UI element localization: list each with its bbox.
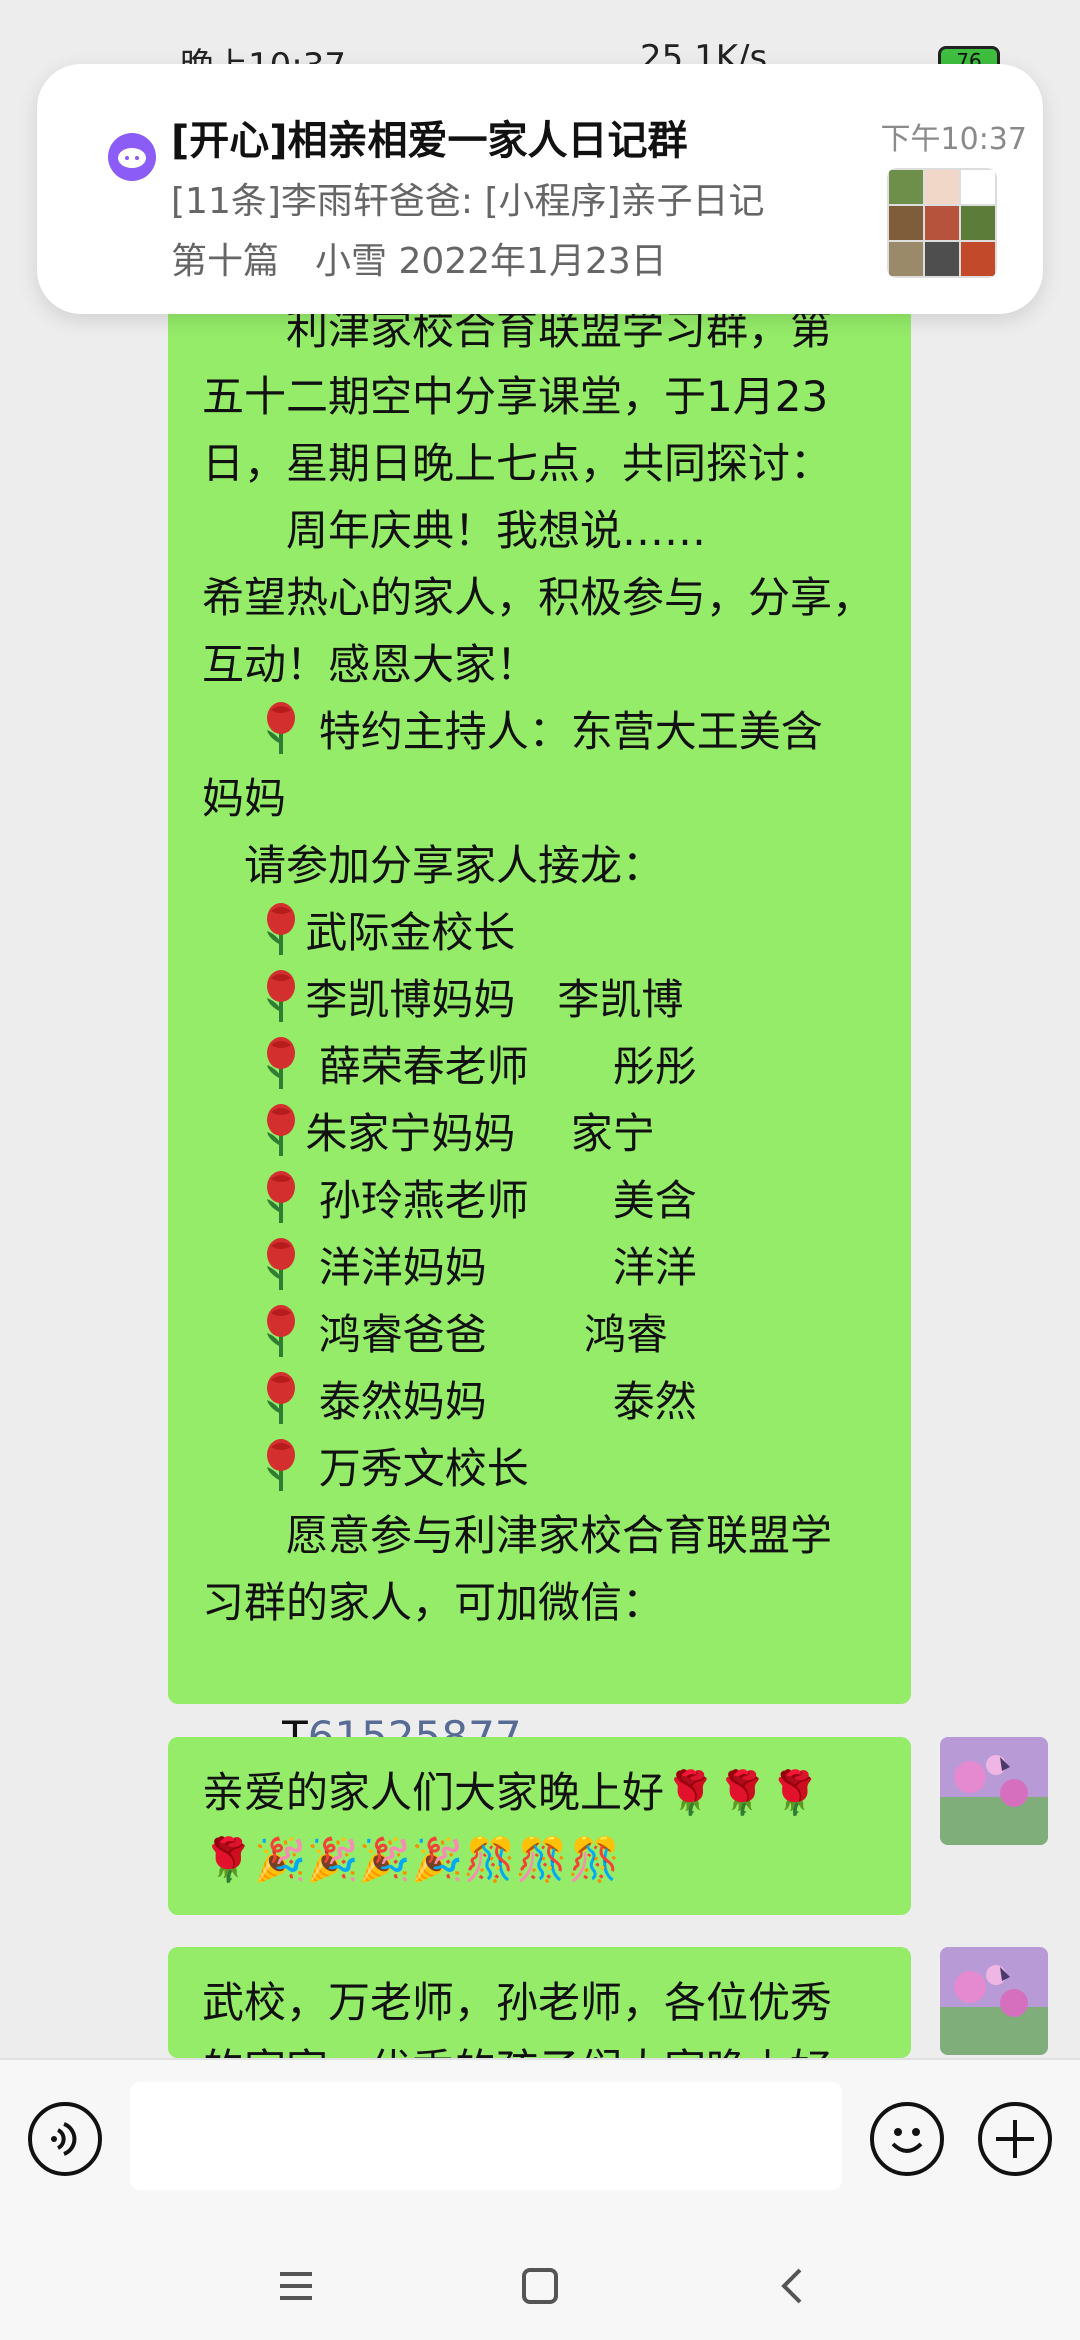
rose-icon: [267, 1171, 296, 1223]
participant-item: 洋洋妈妈 洋洋: [202, 1234, 877, 1301]
participant-name: 李凯博妈妈 李凯博: [305, 975, 684, 1024]
notification-time: 下午10:37: [880, 122, 1027, 157]
rose-icon: [267, 903, 296, 955]
participant-item: 鸿睿爸爸 鸿睿: [202, 1301, 877, 1368]
message-line: 日，星期日晚上七点，共同探讨：: [202, 439, 833, 488]
message-line: T61525877: [202, 1636, 877, 1761]
voice-input-button[interactable]: [28, 2102, 102, 2176]
participant-name: 洋洋妈妈 洋洋: [305, 1243, 697, 1292]
participant-name: 朱家宁妈妈 家宁: [305, 1109, 655, 1158]
participant-item: 李凯博妈妈 李凯博: [202, 966, 877, 1033]
avatar[interactable]: [940, 1737, 1048, 1845]
back-icon[interactable]: [772, 2266, 812, 2306]
system-nav-bar: [0, 2218, 1080, 2340]
thumbnail-image: [887, 168, 997, 278]
message-line: 周年庆典！我想说……: [202, 506, 707, 555]
participant-item: 武际金校长: [202, 899, 877, 966]
rose-icon: [267, 970, 296, 1022]
participant-name: 万秀文校长: [305, 1444, 529, 1493]
message-line: 五十二期空中分享课堂，于1月23: [202, 372, 829, 421]
participant-item: 薛荣春老师 彤彤: [202, 1033, 877, 1100]
message-line: 特约主持人：东营大王美含: [202, 698, 877, 765]
notification-body-line: 第十篇 小雪 2022年1月23日: [171, 241, 667, 282]
emoji-button[interactable]: [870, 2102, 944, 2176]
message-input[interactable]: [130, 2082, 842, 2190]
message-line: 武校，万老师，孙老师，各位优秀: [202, 1978, 833, 2027]
more-functions-button[interactable]: [978, 2102, 1052, 2176]
notification-body-line: [11条]李雨轩爸爸: [小程序]亲子日记: [171, 181, 765, 222]
notification-body: [11条]李雨轩爸爸: [小程序]亲子日记 第十篇 小雪 2022年1月23日: [171, 172, 871, 292]
participant-item: 朱家宁妈妈 家宁: [202, 1100, 877, 1167]
participant-name: 武际金校长: [305, 908, 516, 957]
menu-icon[interactable]: [276, 2266, 316, 2306]
message-line: 习群的家人，可加微信：: [202, 1578, 665, 1627]
message-line: 请参加分享家人接龙：: [202, 841, 665, 890]
plus-icon: [996, 2120, 1034, 2158]
participant-item: 泰然妈妈 泰然: [202, 1368, 877, 1435]
participant-name: 泰然妈妈 泰然: [305, 1377, 697, 1426]
notification-thumbnail: [887, 168, 997, 278]
message-bubble-announcement[interactable]: 利津家校合育联盟学习群，第 五十二期空中分享课堂，于1月23 日，星期日晚上七点，共…: [168, 270, 911, 1761]
rose-icon: [267, 1104, 296, 1156]
rose-icon: [267, 702, 296, 754]
message-line: 🌹🎉🎉🎉🎉🎊🎊🎊: [202, 1835, 621, 1884]
participant-name: 薛荣春老师 彤彤: [305, 1042, 697, 1091]
avatar[interactable]: [940, 1947, 1048, 2055]
notification-banner[interactable]: [开心]相亲相爱一家人日记群 下午10:37 [11条]李雨轩爸爸: [小程序]…: [37, 64, 1043, 314]
rose-icon: [267, 1439, 296, 1491]
avatar-flower-image: [940, 1737, 1048, 1845]
rose-icon: [267, 1238, 296, 1290]
emoji-icon: [891, 2128, 923, 2153]
message-line: 愿意参与利津家校合育联盟学: [202, 1511, 833, 1560]
chat-input-bar: [0, 2058, 1080, 2218]
home-icon[interactable]: [520, 2266, 560, 2306]
participant-name: 孙玲燕老师 美含: [305, 1176, 697, 1225]
rose-icon: [267, 1037, 296, 1089]
notification-title: [开心]相亲相爱一家人日记群: [171, 118, 688, 164]
voice-icon: [51, 2122, 77, 2156]
participant-name: 鸿睿爸爸 鸿睿: [305, 1310, 669, 1359]
app-chat-icon: [108, 133, 156, 181]
message-line: 希望热心的家人，积极参与，分享，: [202, 573, 875, 622]
message-bubble-partial[interactable]: 武校，万老师，孙老师，各位优秀 的家家，优秀的孩子们大家晚上好: [168, 1947, 911, 2058]
participant-item: 万秀文校长: [202, 1435, 877, 1502]
participant-item: 孙玲燕老师 美含: [202, 1167, 877, 1234]
message-bubble-greeting[interactable]: 亲爱的家人们大家晚上好🌹🌹🌹 🌹🎉🎉🎉🎉🎊🎊🎊: [168, 1737, 911, 1915]
rose-icon: [267, 1372, 296, 1424]
rose-icon: [267, 1305, 296, 1357]
message-line: 亲爱的家人们大家晚上好🌹🌹🌹: [202, 1768, 821, 1817]
status-bar: 晚上10:37 25.1K/s 76: [0, 0, 1080, 86]
message-line: 的家家，优秀的孩子们大家晚上好: [202, 2036, 877, 2058]
message-line: 互动！感恩大家！: [202, 640, 539, 689]
host-text: 特约主持人：东营大王美含: [318, 707, 823, 756]
message-line: 妈妈: [202, 774, 287, 823]
avatar-flower-image: [940, 1947, 1048, 2055]
